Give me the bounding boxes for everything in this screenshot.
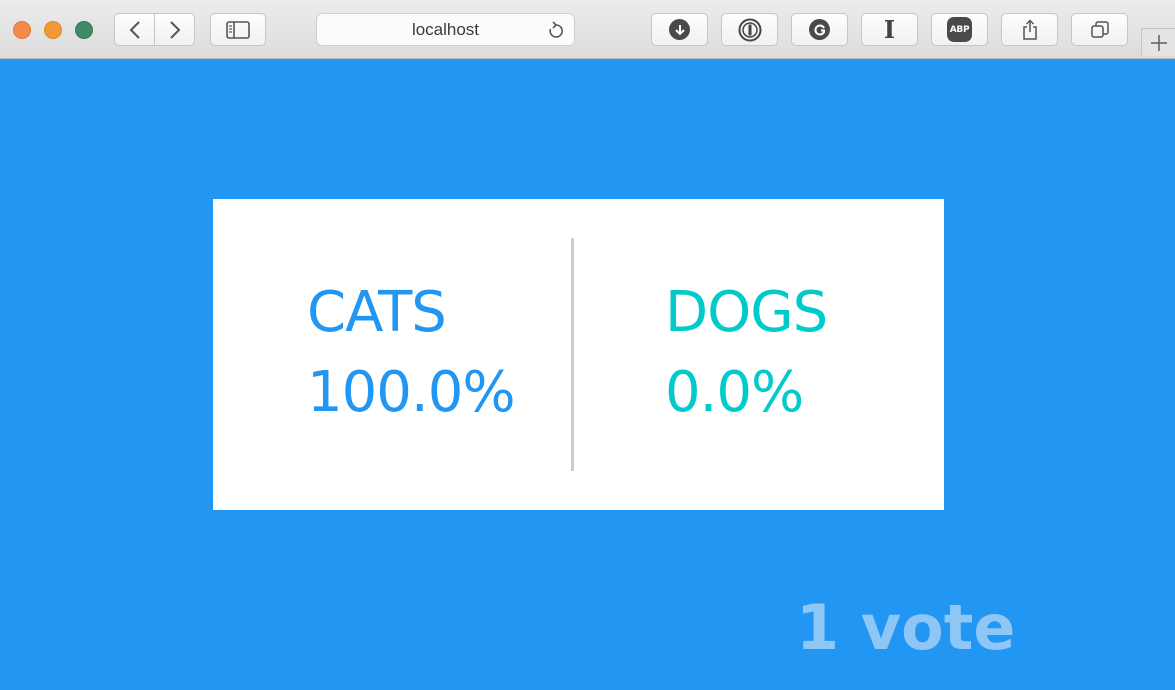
back-forward-buttons xyxy=(114,13,195,46)
new-tab-button[interactable] xyxy=(1141,28,1175,56)
results-divider xyxy=(571,238,574,471)
forward-icon xyxy=(169,20,180,39)
1password-button[interactable] xyxy=(721,13,778,46)
share-icon xyxy=(1022,18,1037,40)
sidebar-button[interactable] xyxy=(210,13,266,46)
forward-button[interactable] xyxy=(154,14,194,45)
zoom-window-button[interactable] xyxy=(75,21,93,39)
minimize-window-button[interactable] xyxy=(44,21,62,39)
browser-toolbar: localhost I ABP xyxy=(0,0,1175,59)
grammarly-icon xyxy=(809,19,830,40)
grammarly-button[interactable] xyxy=(791,13,848,46)
choice-b-percent: 0.0% xyxy=(665,360,804,425)
reload-icon[interactable] xyxy=(548,20,564,40)
vote-count: 1 vote xyxy=(796,591,1016,664)
adblock-plus-label: ABP xyxy=(949,24,970,35)
choice-a-label: CATS xyxy=(307,280,447,345)
download-icon xyxy=(669,19,690,40)
choice-a-result: CATS 100.0% xyxy=(307,280,516,425)
results-card: CATS 100.0% DOGS 0.0% xyxy=(213,199,944,510)
tabs-overview-button[interactable] xyxy=(1071,13,1128,46)
browser-window: localhost I ABP CATS 100.0% DOGS 0.0% 1 … xyxy=(0,0,1175,690)
back-button[interactable] xyxy=(115,14,154,45)
downloads-button[interactable] xyxy=(651,13,708,46)
back-icon xyxy=(129,20,140,39)
share-button[interactable] xyxy=(1001,13,1058,46)
adblock-plus-button[interactable]: ABP xyxy=(931,13,988,46)
tabs-overview-icon xyxy=(1090,20,1109,38)
address-bar[interactable]: localhost xyxy=(316,13,575,46)
choice-a-percent: 100.0% xyxy=(307,360,516,425)
choice-b-label: DOGS xyxy=(665,280,828,345)
instapaper-button[interactable]: I xyxy=(861,13,918,46)
1password-icon xyxy=(738,18,761,41)
choice-b-result: DOGS 0.0% xyxy=(665,280,828,425)
sidebar-icon xyxy=(226,20,250,39)
new-tab-icon xyxy=(1150,34,1167,51)
instapaper-icon: I xyxy=(883,15,896,44)
results-page: CATS 100.0% DOGS 0.0% 1 vote xyxy=(0,59,1175,690)
url-text: localhost xyxy=(411,20,480,39)
close-window-button[interactable] xyxy=(13,21,31,39)
adblock-plus-icon: ABP xyxy=(947,17,972,42)
